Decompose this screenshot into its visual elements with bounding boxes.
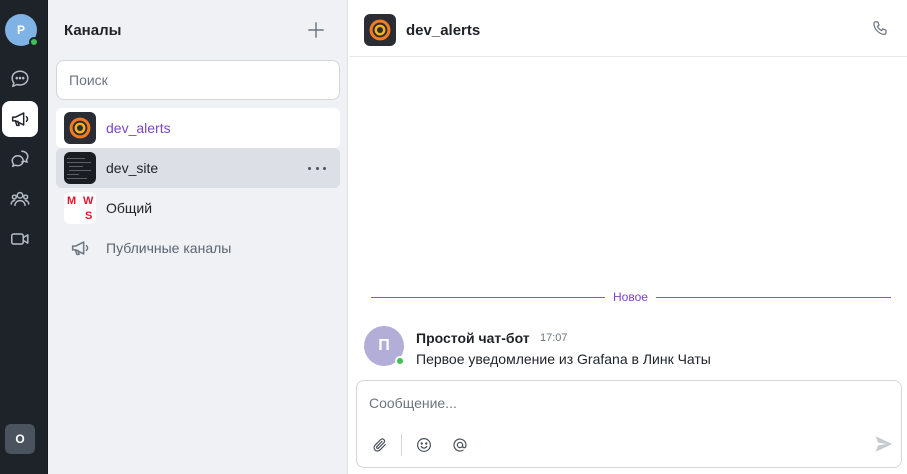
rail-channels-button[interactable] — [2, 101, 38, 137]
channel-item-dev-site[interactable]: dev_site — [56, 148, 340, 188]
chat-panel: dev_alerts Новое П Простой чат-бот 17:07… — [349, 0, 907, 474]
user-workspace-avatar[interactable]: О — [5, 424, 35, 454]
plus-icon — [308, 22, 324, 38]
channel-item-dev-alerts[interactable]: dev_alerts — [56, 108, 340, 148]
online-status-indicator — [29, 37, 39, 47]
megaphone-icon — [64, 232, 96, 264]
grafana-logo-icon — [364, 14, 396, 46]
online-status-indicator — [395, 356, 405, 366]
message-composer — [356, 380, 902, 468]
message-author[interactable]: Простой чат-бот — [416, 330, 530, 346]
rail-chats-button[interactable] — [2, 61, 38, 97]
add-channel-button[interactable] — [304, 18, 328, 42]
channel-item-label: Публичные каналы — [106, 240, 232, 256]
sidebar-title: Каналы — [64, 22, 122, 39]
channel-item-label: dev_site — [106, 160, 159, 176]
mention-button[interactable] — [450, 435, 470, 455]
send-button[interactable] — [873, 433, 897, 457]
channel-item-label: dev_alerts — [106, 120, 171, 136]
threads-icon — [11, 150, 29, 168]
at-sign-icon — [453, 438, 467, 452]
attach-button[interactable] — [370, 435, 390, 455]
search-input[interactable] — [56, 60, 340, 100]
paperclip-icon — [373, 438, 386, 452]
message-text: Первое уведомление из Grafana в Линк Чат… — [416, 351, 711, 367]
public-channels-link[interactable]: Публичные каналы — [56, 228, 340, 268]
send-arrow-icon — [875, 436, 893, 452]
toolbar-separator — [401, 434, 402, 456]
smiley-icon — [417, 438, 431, 452]
channel-more-options-button[interactable] — [308, 160, 326, 176]
message-input[interactable] — [369, 393, 869, 413]
channels-sidebar: Каналы dev_alerts — [48, 0, 348, 474]
more-dots-icon — [308, 166, 311, 170]
rail-threads-button[interactable] — [2, 141, 38, 177]
rail-contacts-button[interactable] — [2, 181, 38, 217]
emoji-button[interactable] — [414, 435, 434, 455]
video-camera-icon — [11, 233, 29, 245]
people-icon — [10, 191, 30, 207]
nav-rail: Р О — [0, 0, 48, 474]
grafana-logo-icon — [64, 112, 96, 144]
user-workspace-initial: О — [15, 432, 25, 446]
megaphone-icon — [11, 112, 29, 127]
chat-bubble-icon — [11, 70, 29, 88]
phone-icon — [873, 21, 887, 36]
profile-avatar-initial: Р — [16, 23, 25, 37]
call-button[interactable] — [871, 19, 891, 39]
profile-avatar[interactable]: Р — [5, 14, 39, 47]
message-author-avatar[interactable]: П — [364, 326, 405, 366]
new-messages-label: Новое — [605, 290, 656, 304]
mws-logo-icon: M W S — [64, 192, 96, 224]
channel-item-general[interactable]: M W S Общий — [56, 188, 340, 228]
rail-calls-button[interactable] — [2, 221, 38, 257]
channel-item-label: Общий — [106, 200, 153, 216]
message-author-initial: П — [378, 337, 390, 354]
message-timestamp: 17:07 — [540, 332, 568, 344]
chat-header: dev_alerts — [349, 0, 907, 57]
code-screenshot-icon — [64, 152, 96, 184]
chat-title: dev_alerts — [406, 22, 481, 39]
